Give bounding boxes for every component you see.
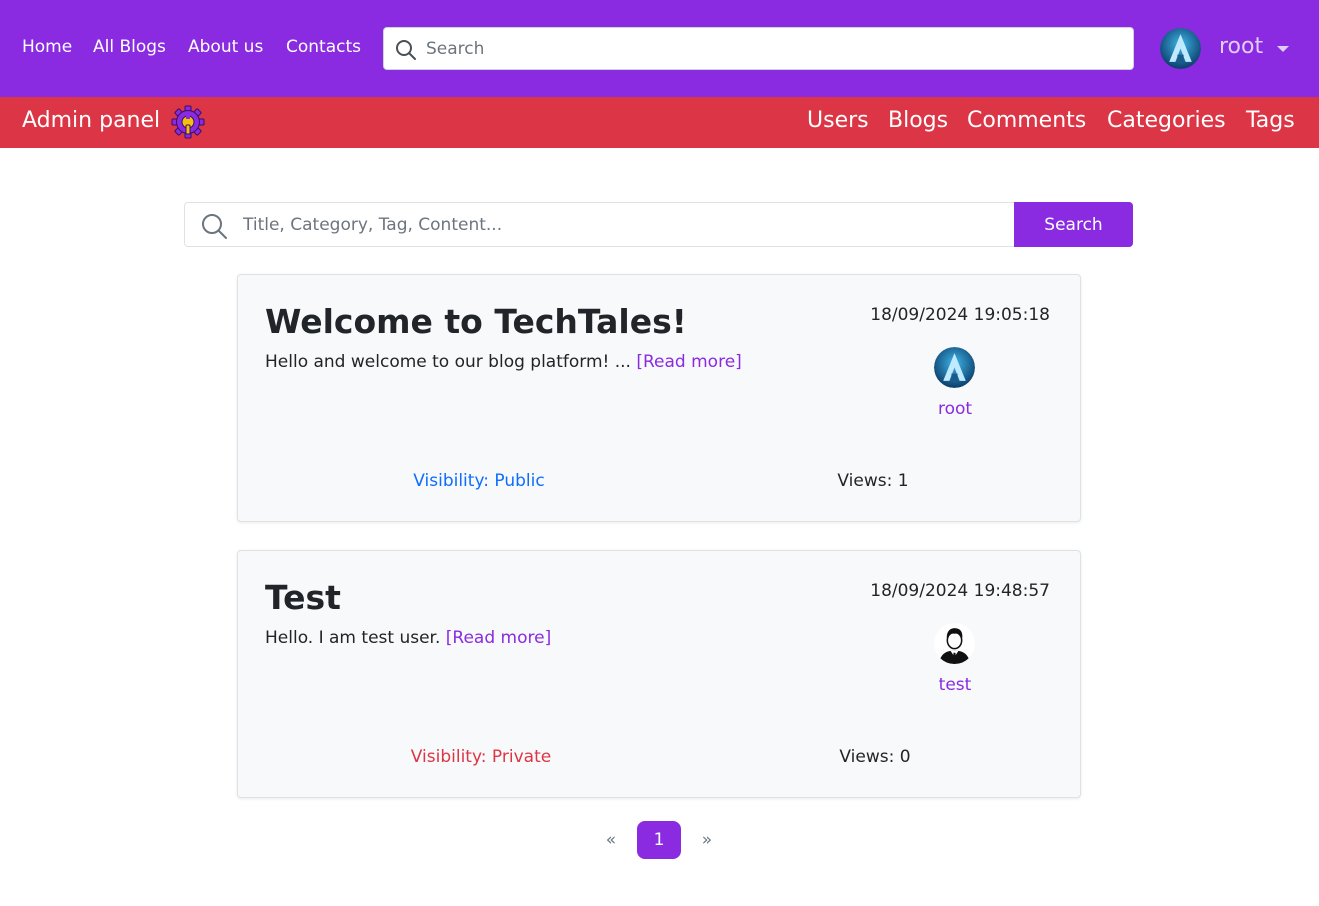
- blog-post-card: Welcome to TechTales! Hello and welcome …: [237, 274, 1081, 522]
- post-date: 18/09/2024 19:48:57: [870, 581, 1050, 601]
- admin-gear-icon: [171, 105, 205, 139]
- post-visibility: Visibility: Private: [410, 747, 552, 767]
- nav-contacts-link[interactable]: Contacts: [286, 37, 361, 57]
- blog-search-bar: Search: [184, 202, 1133, 247]
- post-views: Views: 0: [839, 747, 911, 767]
- admin-users-link[interactable]: Users: [807, 108, 869, 133]
- admin-panel-title[interactable]: Admin panel: [22, 108, 160, 133]
- admin-panel-bar: Admin panel Users Blogs Comments Categor…: [0, 97, 1319, 148]
- admin-blogs-link[interactable]: Blogs: [888, 108, 948, 133]
- post-excerpt: Hello. I am test user. [Read more]: [265, 628, 551, 648]
- pagination-prev[interactable]: «: [596, 821, 626, 859]
- post-date: 18/09/2024 19:05:18: [870, 305, 1050, 325]
- search-icon: [202, 214, 227, 239]
- nav-home-link[interactable]: Home: [22, 37, 72, 57]
- author-avatar[interactable]: [934, 623, 975, 664]
- post-excerpt: Hello and welcome to our blog platform! …: [265, 352, 742, 372]
- top-search-input[interactable]: [426, 29, 1126, 68]
- blog-search-input[interactable]: [243, 204, 1003, 245]
- pagination-next[interactable]: »: [692, 821, 722, 859]
- post-excerpt-text: Hello. I am test user.: [265, 628, 446, 648]
- post-views: Views: 1: [837, 471, 909, 491]
- top-navbar: Home All Blogs About us Contacts root: [0, 0, 1319, 97]
- chevron-down-icon[interactable]: [1277, 46, 1289, 52]
- nav-about-link[interactable]: About us: [188, 37, 263, 57]
- user-avatar[interactable]: [1160, 28, 1201, 69]
- post-title[interactable]: Welcome to TechTales!: [265, 302, 687, 341]
- author-avatar[interactable]: [934, 347, 975, 388]
- admin-categories-link[interactable]: Categories: [1107, 108, 1226, 133]
- top-search-box: [383, 27, 1134, 70]
- arch-logo-avatar-icon: [1160, 28, 1201, 69]
- post-author-link[interactable]: root: [855, 399, 1055, 419]
- post-visibility: Visibility: Public: [413, 471, 545, 491]
- search-button[interactable]: Search: [1014, 202, 1133, 247]
- post-excerpt-text: Hello and welcome to our blog platform! …: [265, 352, 637, 372]
- blog-post-card: Test Hello. I am test user. [Read more] …: [237, 550, 1081, 798]
- arch-logo-avatar-icon: [934, 347, 975, 388]
- admin-comments-link[interactable]: Comments: [967, 108, 1086, 133]
- search-icon: [396, 40, 416, 60]
- nav-all-blogs-link[interactable]: All Blogs: [93, 37, 166, 57]
- user-menu-name[interactable]: root: [1219, 34, 1263, 59]
- admin-tags-link[interactable]: Tags: [1246, 108, 1295, 133]
- read-more-link[interactable]: [Read more]: [636, 352, 741, 372]
- post-author-link[interactable]: test: [855, 675, 1055, 695]
- read-more-link[interactable]: [Read more]: [446, 628, 551, 648]
- businessman-avatar-icon: [934, 623, 975, 664]
- post-title[interactable]: Test: [265, 578, 341, 617]
- pagination-page-1[interactable]: 1: [637, 821, 681, 859]
